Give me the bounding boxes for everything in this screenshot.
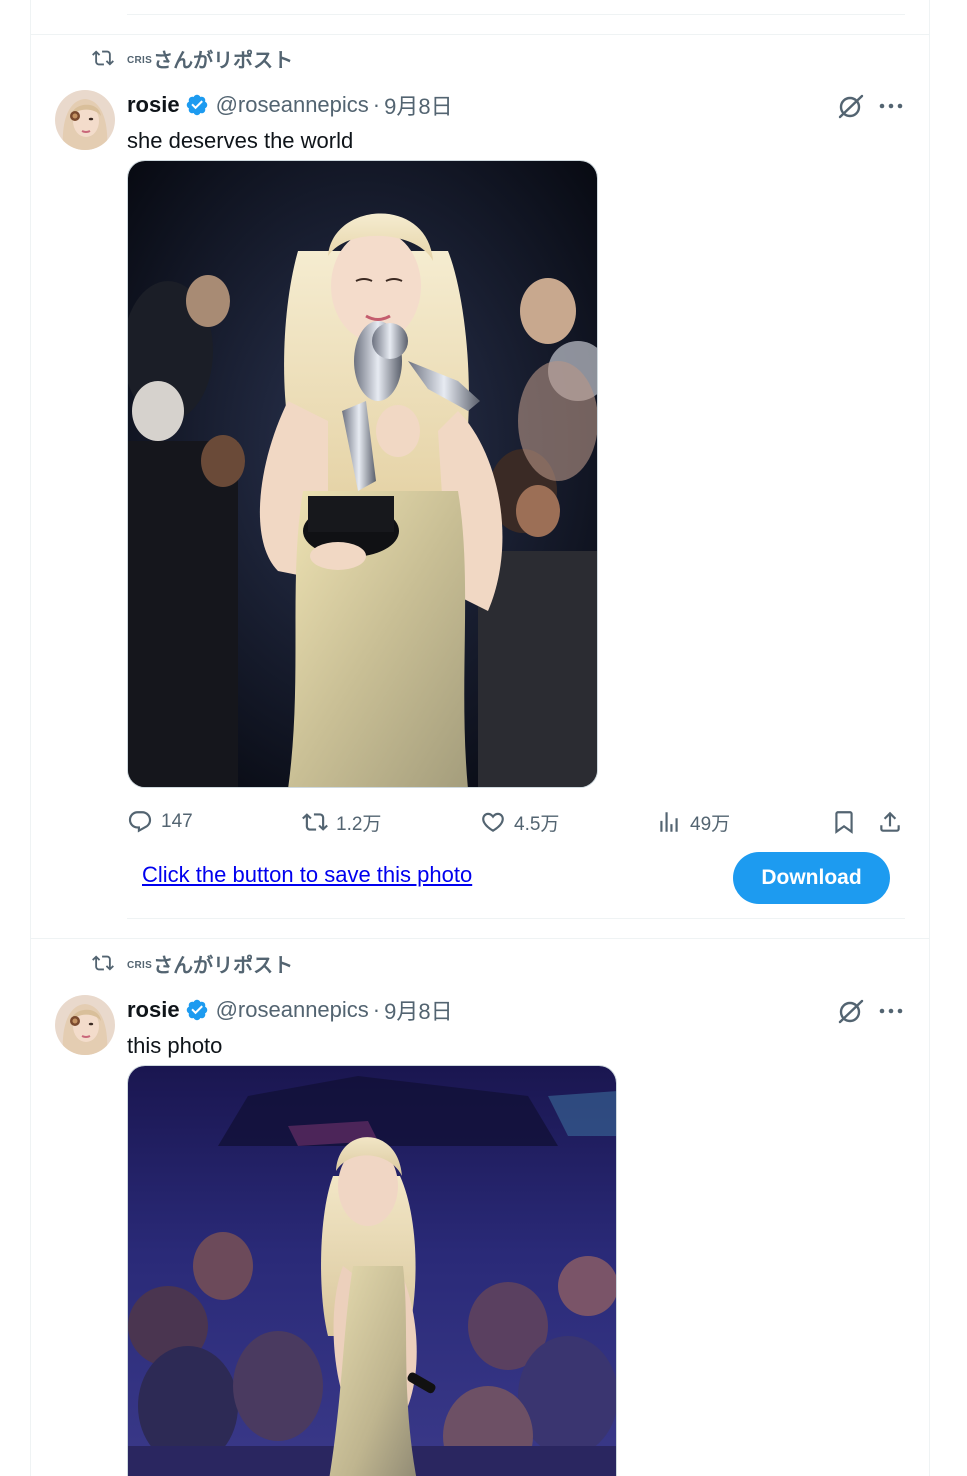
avatar[interactable] [55,90,115,150]
reply-count: 147 [161,811,193,832]
tweet-photo[interactable] [127,160,598,788]
tweet-divider [30,938,930,939]
divider [127,14,905,15]
bookmark-icon [835,811,853,834]
repost-icon [92,50,114,66]
more-icon[interactable] [877,997,905,1025]
display-name[interactable]: rosie [127,92,180,118]
bookmark-button[interactable] [831,806,865,838]
reply-button[interactable]: 147 [127,806,193,838]
avatar[interactable] [55,995,115,1055]
tweet-divider [30,34,930,35]
verified-badge-icon [186,999,207,1021]
tweet-text: this photo [127,1033,223,1058]
separator: · [372,92,381,117]
divider [127,918,905,919]
grok-icon[interactable] [837,92,865,120]
tweet-text: she deserves the world [127,128,354,153]
tweet-actions: 147 1.2万 4.5万 49万 [127,806,907,838]
repost-suffix: さんがリポスト [153,954,294,977]
display-name[interactable]: rosie [127,997,180,1023]
handle[interactable]: @roseannepics [216,997,369,1023]
share-icon [880,811,900,832]
tweet[interactable]: cris さんがリポスト rosie @roseannepics · 9月8日 … [0,951,967,1476]
save-photo-link[interactable]: Click the button to save this photo [142,862,472,888]
reply-icon [128,811,152,833]
tweet-header: rosie @roseannepics · 9月8日 [127,90,453,120]
like-icon [482,812,504,832]
repost-context[interactable]: cris さんがリポスト [90,951,294,977]
timestamp[interactable]: 9月8日 [384,994,452,1026]
like-count: 4.5万 [514,813,560,835]
save-photo-row: Click the button to save this photo Down… [127,852,905,904]
share-button[interactable] [877,806,911,838]
repost-suffix: さんがリポスト [153,49,294,72]
reposter-name[interactable]: cris [127,955,152,971]
repost-context[interactable]: cris さんがリポスト [90,46,294,72]
handle[interactable]: @roseannepics [216,92,369,118]
download-button[interactable]: Download [733,852,890,904]
tweet[interactable]: cris さんがリポスト rosie @roseannepics · 9月8日 … [0,46,967,936]
grok-icon[interactable] [837,997,865,1025]
tweet-photo[interactable] [127,1065,617,1476]
views-button[interactable]: 49万 [656,806,730,838]
retweet-button[interactable]: 1.2万 [302,806,381,838]
timestamp[interactable]: 9月8日 [384,89,452,121]
reposter-name[interactable]: cris [127,50,152,66]
like-button[interactable]: 4.5万 [480,806,559,838]
tweet-header: rosie @roseannepics · 9月8日 [127,995,453,1025]
views-icon [660,812,678,832]
views-count: 49万 [690,813,731,835]
verified-badge-icon [186,94,207,116]
retweet-count: 1.2万 [336,813,382,835]
more-icon[interactable] [877,92,905,120]
separator: · [372,997,381,1022]
retweet-icon [302,813,328,831]
repost-icon [92,955,114,971]
